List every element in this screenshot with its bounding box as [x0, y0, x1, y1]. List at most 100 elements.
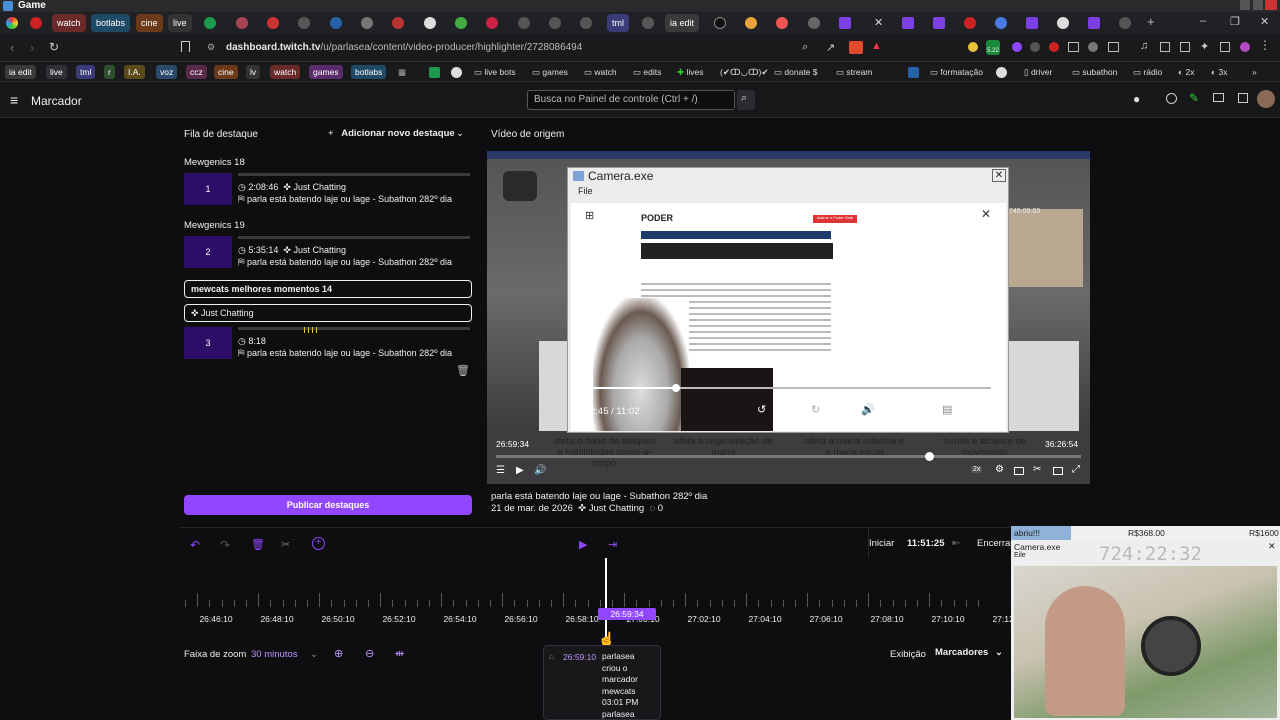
reload-icon[interactable]: ↻ [49, 40, 59, 54]
volume-icon[interactable]: 🔊 [534, 465, 546, 476]
fit-timeline-icon[interactable]: ⇹ [395, 647, 404, 660]
extension-icon[interactable] [1068, 42, 1079, 52]
bookmark-chip[interactable]: live [46, 65, 67, 79]
highlight-clip[interactable]: 3 ◷ 8:18 ⛿ parla está batendo laje ou la… [184, 327, 472, 363]
bookmark-folder-subathon[interactable]: ▭ subathon [1072, 65, 1117, 79]
extensions-icon[interactable]: ✦ [1200, 40, 1209, 53]
tab-favicon[interactable] [642, 17, 654, 29]
new-tab-icon[interactable]: + [1147, 14, 1155, 29]
bookmark-chip[interactable]: games [309, 65, 343, 79]
hamburger-menu-icon[interactable]: ≡ [10, 92, 18, 108]
tab-favicon[interactable] [745, 17, 757, 29]
sidebar-icon[interactable] [1220, 42, 1230, 52]
delete-clip-icon[interactable]: 🗑 [456, 364, 470, 377]
restore-icon[interactable]: ❐ [1230, 15, 1240, 28]
bookmark-favicon[interactable] [908, 67, 919, 78]
highlight-category-input[interactable]: ✜ Just Chatting [184, 304, 472, 322]
theatre-mode-icon[interactable] [1014, 467, 1024, 475]
share-icon[interactable]: ↗ [826, 41, 835, 54]
search-button[interactable]: ⌕ [737, 90, 755, 110]
bookmark-folder-live-bots[interactable]: ▭ live bots [474, 65, 516, 79]
bookmark-chip[interactable]: lv [246, 65, 261, 79]
tab-favicon[interactable] [330, 17, 342, 29]
inner-volume-slider[interactable] [886, 410, 930, 412]
bookmark-favicon[interactable] [996, 67, 1007, 78]
bookmark-favicon[interactable] [429, 67, 440, 78]
zoom-in-icon[interactable]: ⊕ [334, 647, 343, 660]
rewind-icon[interactable]: ↺ [757, 403, 766, 416]
minimize-icon[interactable]: – [1200, 15, 1206, 27]
tab-favicon[interactable] [776, 17, 788, 29]
bookmark-chip[interactable]: I.A. [124, 65, 145, 79]
tiktok-tab-icon[interactable] [714, 17, 726, 29]
fullscreen-icon[interactable]: ⤢ [1072, 464, 1080, 475]
bookmark-folder-donate[interactable]: ▭ donate $ [774, 65, 818, 79]
tab-botlabs[interactable]: botlabs [91, 14, 131, 32]
playback-speed-button[interactable]: 2x [971, 466, 983, 473]
zoom-icon[interactable]: ⌕ [802, 41, 808, 54]
more-bookmarks-icon[interactable]: » [1252, 65, 1257, 79]
forward-icon[interactable]: ↻ [811, 403, 820, 416]
captions-icon[interactable]: ▤ [942, 403, 952, 416]
bookmark-chip[interactable]: watch [270, 65, 301, 79]
tab-ia-edit[interactable]: ia edit [665, 14, 700, 32]
bookmark-chip[interactable]: r [104, 65, 115, 79]
bookmark-chip[interactable]: botlabs [351, 65, 387, 79]
tab-favicon[interactable] [486, 17, 498, 29]
extension-badge[interactable]: 5.22 [986, 40, 1000, 55]
playhead[interactable] [605, 558, 607, 640]
bookmark-2x[interactable]: ◐ 2x [1178, 65, 1194, 79]
highlight-title-input[interactable]: mewcats melhores momentos 14 [184, 280, 472, 298]
help-icon[interactable] [1166, 93, 1177, 104]
close-browser-icon[interactable]: ✕ [1260, 15, 1269, 28]
profile-icon[interactable] [1240, 42, 1250, 52]
bookmark-folder-watch[interactable]: ▭ watch [584, 65, 617, 79]
tab-favicon[interactable] [236, 17, 248, 29]
extension-icon[interactable] [1108, 42, 1119, 52]
url-field[interactable]: dashboard.twitch.tv/u/parlasea/content/v… [226, 42, 582, 53]
tab-cine[interactable]: cine [136, 14, 163, 32]
bookmark-chip[interactable]: ccz [186, 65, 207, 79]
bookmark-favicon[interactable] [451, 67, 462, 78]
bookmark-driver[interactable]: ▯ driver [1024, 65, 1052, 79]
tab-favicon[interactable] [424, 17, 436, 29]
bookmark-folder-emoticon[interactable]: (✔ↀ◡ↀ)✔ [720, 65, 769, 79]
twitch-tab-icon[interactable] [839, 17, 851, 29]
miniplayer-icon[interactable] [1053, 467, 1063, 475]
dashboard-search-input[interactable]: Busca no Painel de controle (Ctrl + /) [527, 90, 735, 110]
extension-icon[interactable] [968, 42, 978, 52]
bookmark-chip[interactable]: voz [156, 65, 178, 79]
extension-icon[interactable] [1049, 42, 1059, 52]
site-info-icon[interactable]: ⚙ [207, 42, 215, 53]
minimize-button[interactable] [1240, 0, 1250, 10]
bookmark-folder-edits[interactable]: ▭ edits [633, 65, 661, 79]
extension-icon[interactable] [1160, 42, 1170, 52]
tab-favicon[interactable] [204, 17, 216, 29]
inner-volume-icon[interactable]: 🔊 [861, 403, 875, 416]
close-window-button[interactable] [1265, 0, 1277, 10]
tab-favicon[interactable] [518, 17, 530, 29]
inner-fullscreen-icon[interactable]: ⤢ [972, 403, 981, 416]
extension-icon[interactable] [1030, 42, 1040, 52]
tab-favicon[interactable] [995, 17, 1007, 29]
settings-icon[interactable]: ⚙ [995, 464, 1004, 475]
inner-video-player[interactable]: PODER Assine o Poder Sete 2:45 / 11:02 ↺… [571, 203, 1006, 431]
inner-play-icon[interactable]: ▶ [784, 401, 794, 417]
view-select[interactable]: Marcadores ⌄ [935, 647, 1003, 658]
publish-highlights-button[interactable]: Publicar destaques [184, 495, 472, 515]
zoom-out-icon[interactable]: ⊖ [365, 647, 374, 660]
camera-close-icon[interactable]: ✕ [992, 169, 1006, 182]
twitch-tab-icon[interactable] [1088, 17, 1100, 29]
menu-icon[interactable]: ⋮ [1259, 38, 1271, 52]
tab-favicon[interactable] [267, 17, 279, 29]
tab-favicon[interactable] [361, 17, 373, 29]
extension-icon[interactable] [1180, 42, 1190, 52]
avatar[interactable] [1257, 90, 1275, 108]
creator-tools-icon[interactable]: ✎ [1189, 91, 1199, 105]
brave-rewards-icon[interactable]: ▲ [871, 40, 882, 52]
tab-favicon[interactable] [1119, 17, 1131, 29]
play-icon[interactable]: ▶ [516, 465, 524, 476]
clip-icon[interactable]: ✂ [1033, 464, 1041, 475]
tab-watch[interactable]: watch [52, 14, 86, 32]
inner-seek-handle[interactable] [672, 384, 680, 392]
